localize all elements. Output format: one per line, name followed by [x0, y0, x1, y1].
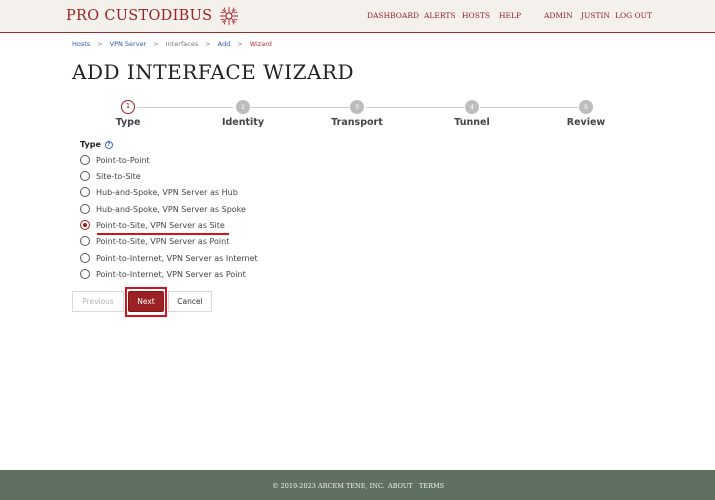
logo-text: PRO CUSTODIBUS — [66, 8, 213, 24]
radio-button[interactable] — [80, 204, 90, 214]
type-option-point-to-internet-point[interactable]: Point-to-Internet, VPN Server as Point — [80, 268, 246, 280]
type-option-site-to-site[interactable]: Site-to-Site — [80, 170, 141, 182]
radio-button-selected[interactable] — [80, 220, 90, 230]
radio-button[interactable] — [80, 236, 90, 246]
step-4-indicator: 4 — [465, 100, 479, 114]
app-header: PRO CUSTODIBUS DASHBOARD ALERTS HOSTS HE… — [0, 0, 715, 33]
radio-button[interactable] — [80, 187, 90, 197]
nav-logout[interactable]: LOG OUT — [615, 11, 652, 20]
option-label: Point-to-Site, VPN Server as Point — [96, 236, 230, 246]
type-option-hub-spoke-hub[interactable]: Hub-and-Spoke, VPN Server as Hub — [80, 186, 238, 198]
nav-dashboard[interactable]: DASHBOARD — [367, 11, 419, 20]
type-option-point-to-site-point[interactable]: Point-to-Site, VPN Server as Point — [80, 235, 229, 247]
step-3-label: Transport — [331, 117, 383, 128]
footer-about-link[interactable]: ABOUT — [388, 482, 413, 490]
help-icon[interactable]: ? — [104, 141, 113, 149]
breadcrumb: Hosts > VPN Server > Interfaces > Add > Wizard — [72, 40, 272, 48]
step-1-label: Type — [115, 117, 141, 128]
step-connector — [251, 106, 349, 108]
breadcrumb-separator: > — [205, 40, 211, 48]
wizard-stepper: 1 2 3 4 5 Type Identity Transport Tunnel… — [0, 99, 715, 131]
breadcrumb-separator: > — [153, 40, 159, 48]
step-connector — [366, 106, 464, 108]
option-label: Point-to-Point — [96, 155, 150, 165]
breadcrumb-interfaces: Interfaces — [165, 40, 199, 48]
radio-button[interactable] — [80, 155, 90, 165]
page-title: ADD INTERFACE WIZARD — [72, 60, 355, 84]
nav-help[interactable]: HELP — [499, 11, 521, 20]
type-option-hub-spoke-spoke[interactable]: Hub-and-Spoke, VPN Server as Spoke — [80, 203, 246, 215]
breadcrumb-separator: > — [97, 40, 103, 48]
step-connector — [480, 106, 578, 108]
breadcrumb-add[interactable]: Add — [218, 40, 231, 48]
breadcrumb-wizard: Wizard — [249, 40, 272, 48]
next-button[interactable]: Next — [128, 291, 164, 312]
nav-admin[interactable]: ADMIN — [544, 11, 573, 20]
radio-button[interactable] — [80, 269, 90, 279]
cancel-button[interactable]: Cancel — [168, 291, 212, 312]
breadcrumb-hosts[interactable]: Hosts — [72, 40, 90, 48]
type-field-label: Type? — [80, 140, 113, 149]
type-label-text: Type — [80, 140, 101, 149]
footer-terms-link[interactable]: TERMS — [419, 482, 444, 490]
step-1-indicator: 1 — [121, 100, 135, 114]
logo[interactable]: PRO CUSTODIBUS — [66, 4, 240, 28]
radio-button[interactable] — [80, 171, 90, 181]
breadcrumb-separator: > — [237, 40, 243, 48]
nav-alerts[interactable]: ALERTS — [424, 11, 456, 20]
nav-user[interactable]: JUSTIN — [581, 11, 610, 20]
nav-hosts[interactable]: HOSTS — [462, 11, 490, 20]
option-label: Point-to-Internet, VPN Server as Interne… — [96, 253, 258, 263]
step-4-label: Tunnel — [454, 117, 490, 128]
option-label: Hub-and-Spoke, VPN Server as Spoke — [96, 204, 246, 214]
step-2-label: Identity — [221, 117, 265, 128]
step-connector — [137, 106, 233, 108]
option-label: Point-to-Internet, VPN Server as Point — [96, 269, 246, 279]
logo-emblem-icon — [220, 7, 239, 25]
type-option-point-to-site-site[interactable]: Point-to-Site, VPN Server as Site — [80, 219, 225, 231]
footer-copyright: © 2019-2023 ARCEM TENE, INC. — [272, 482, 385, 490]
breadcrumb-vpn-server[interactable]: VPN Server — [110, 40, 147, 48]
type-option-point-to-point[interactable]: Point-to-Point — [80, 154, 150, 166]
option-label: Hub-and-Spoke, VPN Server as Hub — [96, 187, 238, 197]
option-label: Point-to-Site, VPN Server as Site — [96, 220, 225, 230]
step-5-indicator: 5 — [579, 100, 593, 114]
radio-button[interactable] — [80, 253, 90, 263]
app-footer: © 2019-2023 ARCEM TENE, INC. ABOUT TERMS — [0, 470, 715, 500]
previous-button: Previous — [72, 291, 124, 312]
step-5-label: Review — [566, 117, 606, 128]
option-label: Site-to-Site — [96, 171, 141, 181]
type-option-point-to-internet-internet[interactable]: Point-to-Internet, VPN Server as Interne… — [80, 252, 258, 264]
step-3-indicator: 3 — [350, 100, 364, 114]
step-2-indicator: 2 — [236, 100, 250, 114]
